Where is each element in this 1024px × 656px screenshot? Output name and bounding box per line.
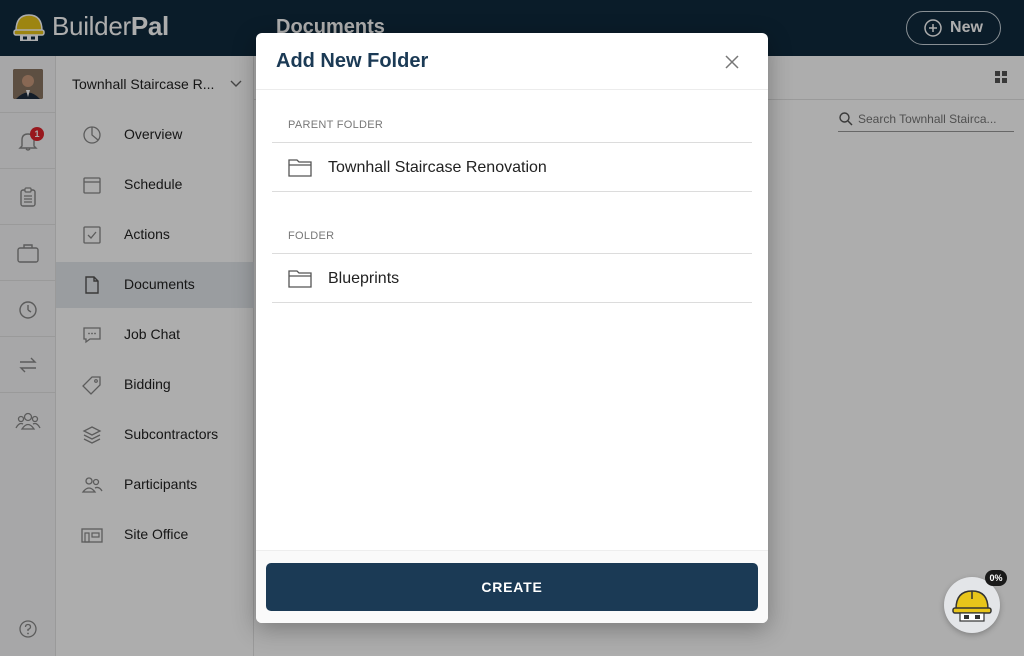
folder-name-row[interactable]: Blueprints	[272, 253, 752, 303]
dialog-footer: CREATE	[256, 550, 768, 623]
folder-label: FOLDER	[288, 230, 335, 242]
folder-icon	[288, 270, 312, 288]
folder-icon	[288, 159, 312, 177]
create-button[interactable]: CREATE	[266, 563, 758, 611]
helmet-icon	[952, 590, 992, 622]
dialog-header: Add New Folder	[256, 33, 768, 90]
assistant-progress-badge: 0%	[985, 570, 1007, 586]
dialog-title: Add New Folder	[276, 50, 429, 72]
parent-folder-name: Townhall Staircase Renovation	[328, 159, 547, 176]
close-icon	[725, 55, 739, 69]
parent-folder-row[interactable]: Townhall Staircase Renovation	[272, 142, 752, 192]
folder-name-value: Blueprints	[328, 270, 400, 287]
parent-folder-label: PARENT FOLDER	[288, 119, 384, 131]
close-button[interactable]	[722, 52, 742, 72]
add-folder-dialog: Add New Folder PARENT FOLDER Townhall St…	[256, 33, 768, 623]
